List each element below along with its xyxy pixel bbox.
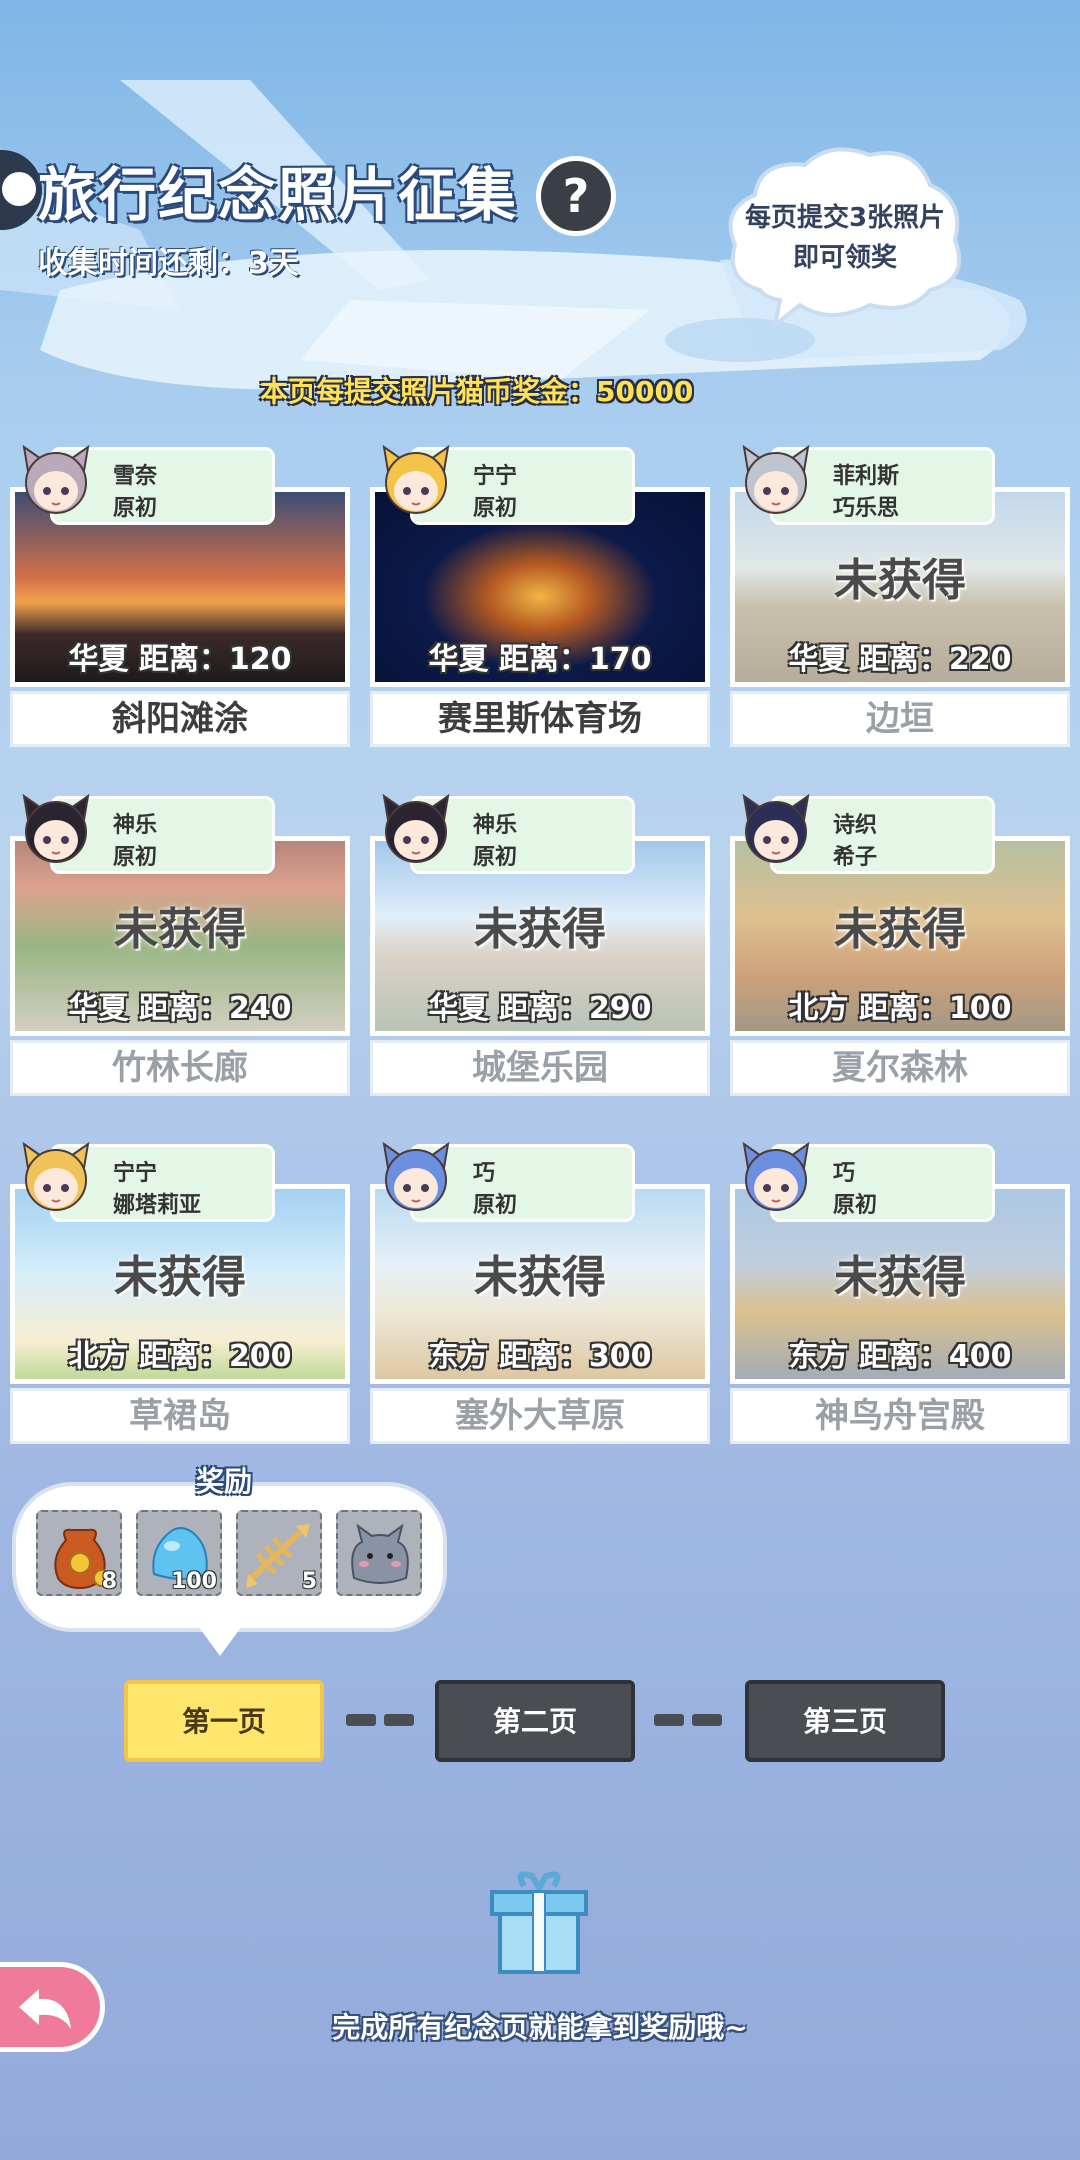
character-name: 神乐 bbox=[113, 813, 158, 838]
card-distance: 华夏 距离：220 bbox=[788, 642, 1012, 677]
character-outfit: 巧乐思 bbox=[833, 496, 900, 521]
photo-card[interactable]: 华夏 距离：120 斜阳滩涂 雪奈原初 bbox=[10, 444, 350, 747]
reward-count: 100 bbox=[171, 1569, 217, 1594]
prize-banner: 本页每提交照片猫币奖金：50000 bbox=[260, 375, 694, 408]
photo-card[interactable]: 华夏 距离：170 赛里斯体育场 宁宁原初 bbox=[370, 444, 710, 747]
reward-slot[interactable] bbox=[336, 1510, 422, 1596]
character-name: 宁宁 bbox=[113, 1161, 158, 1186]
card-location-name: 夏尔森林 bbox=[730, 1040, 1070, 1096]
photo-card[interactable]: 未获得华夏 距离：220 边垣 菲利斯巧乐思 bbox=[730, 444, 1070, 747]
reward-bubble-tail bbox=[198, 1626, 242, 1656]
card-distance: 华夏 距离：240 bbox=[68, 991, 292, 1026]
page-connector bbox=[346, 1714, 376, 1726]
card-location-name: 草裙岛 bbox=[10, 1388, 350, 1444]
card-distance: 华夏 距离：290 bbox=[428, 991, 652, 1026]
card-location-name: 竹林长廊 bbox=[10, 1040, 350, 1096]
card-distance: 东方 距离：300 bbox=[428, 1339, 652, 1374]
locked-label: 未获得 bbox=[474, 904, 606, 955]
character-avatar-icon bbox=[382, 444, 450, 514]
photo-card[interactable]: 未获得东方 距离：400 神鸟舟宫殿 巧原初 bbox=[730, 1141, 1070, 1444]
card-location-name: 城堡乐园 bbox=[370, 1040, 710, 1096]
page-button-1[interactable]: 第一页 bbox=[124, 1680, 324, 1762]
back-button[interactable] bbox=[0, 1962, 105, 2052]
character-avatar-icon bbox=[742, 793, 810, 863]
character-avatar-icon bbox=[22, 793, 90, 863]
locked-label: 未获得 bbox=[834, 555, 966, 606]
gray-cat-icon bbox=[351, 1523, 409, 1584]
locked-label: 未获得 bbox=[474, 1252, 606, 1303]
gift-box-icon[interactable] bbox=[484, 1868, 594, 1978]
card-location-name: 边垣 bbox=[730, 691, 1070, 747]
photo-card[interactable]: 未获得东方 距离：300 塞外大草原 巧原初 bbox=[370, 1141, 710, 1444]
card-distance: 北方 距离：100 bbox=[788, 991, 1012, 1026]
card-distance: 华夏 距离：170 bbox=[428, 642, 652, 677]
reward-label: 奖励 bbox=[196, 1465, 253, 1498]
page-connector bbox=[384, 1714, 414, 1726]
reward-slot[interactable]: 100 bbox=[136, 1510, 222, 1596]
character-outfit: 原初 bbox=[473, 496, 518, 521]
character-outfit: 原初 bbox=[473, 845, 518, 870]
tip-line-2: 即可领奖 bbox=[792, 243, 897, 273]
reward-slot[interactable]: 5 bbox=[236, 1510, 322, 1596]
character-outfit: 娜塔莉亚 bbox=[113, 1193, 202, 1218]
photo-card[interactable]: 未获得北方 距离：200 草裙岛 宁宁娜塔莉亚 bbox=[10, 1141, 350, 1444]
character-name: 雪奈 bbox=[113, 464, 158, 489]
tip-line-1: 每页提交3张照片 bbox=[744, 203, 946, 233]
character-avatar-icon bbox=[382, 793, 450, 863]
character-name: 菲利斯 bbox=[833, 464, 900, 489]
locked-label: 未获得 bbox=[834, 1252, 966, 1303]
tip-text: 每页提交3张照片 即可领奖 bbox=[720, 198, 970, 278]
character-outfit: 希子 bbox=[833, 845, 878, 870]
character-name: 诗织 bbox=[833, 813, 878, 838]
locked-label: 未获得 bbox=[114, 904, 246, 955]
card-distance: 华夏 距离：120 bbox=[68, 642, 292, 677]
back-arrow-icon bbox=[19, 1989, 71, 2029]
footer-hint: 完成所有纪念页就能拿到奖励哦~ bbox=[332, 2011, 748, 2044]
character-avatar-icon bbox=[742, 444, 810, 514]
character-avatar-icon bbox=[382, 1141, 450, 1211]
photo-card[interactable]: 未获得华夏 距离：290 城堡乐园 神乐原初 bbox=[370, 793, 710, 1096]
page-button-3[interactable]: 第三页 bbox=[745, 1680, 945, 1762]
help-button[interactable]: ? bbox=[536, 156, 616, 236]
card-location-name: 斜阳滩涂 bbox=[10, 691, 350, 747]
character-avatar-icon bbox=[22, 444, 90, 514]
character-avatar-icon bbox=[742, 1141, 810, 1211]
locked-label: 未获得 bbox=[834, 904, 966, 955]
character-avatar-icon bbox=[22, 1141, 90, 1211]
page-title: 旅行纪念照片征集 bbox=[38, 161, 519, 229]
photo-card[interactable]: 未获得华夏 距离：240 竹林长廊 神乐原初 bbox=[10, 793, 350, 1096]
reward-count: 5 bbox=[301, 1569, 317, 1594]
countdown-timer: 收集时间还剩：3天 bbox=[38, 246, 299, 281]
card-location-name: 神鸟舟宫殿 bbox=[730, 1388, 1070, 1444]
character-outfit: 原初 bbox=[113, 496, 158, 521]
card-location-name: 塞外大草原 bbox=[370, 1388, 710, 1444]
character-outfit: 原初 bbox=[833, 1193, 878, 1218]
character-name: 巧 bbox=[473, 1161, 496, 1186]
locked-label: 未获得 bbox=[114, 1252, 246, 1303]
reward-slot[interactable]: 8 bbox=[36, 1510, 122, 1596]
page-button-2[interactable]: 第二页 bbox=[435, 1680, 635, 1762]
character-outfit: 原初 bbox=[113, 845, 158, 870]
card-location-name: 赛里斯体育场 bbox=[370, 691, 710, 747]
photo-card[interactable]: 未获得北方 距离：100 夏尔森林 诗织希子 bbox=[730, 793, 1070, 1096]
character-name: 巧 bbox=[833, 1161, 856, 1186]
character-outfit: 原初 bbox=[473, 1193, 518, 1218]
page-connector bbox=[654, 1714, 684, 1726]
character-name: 宁宁 bbox=[473, 464, 518, 489]
page-connector bbox=[692, 1714, 722, 1726]
card-distance: 北方 距离：200 bbox=[68, 1339, 292, 1374]
character-name: 神乐 bbox=[473, 813, 518, 838]
reward-count: 8 bbox=[101, 1569, 117, 1594]
card-distance: 东方 距离：400 bbox=[788, 1339, 1012, 1374]
